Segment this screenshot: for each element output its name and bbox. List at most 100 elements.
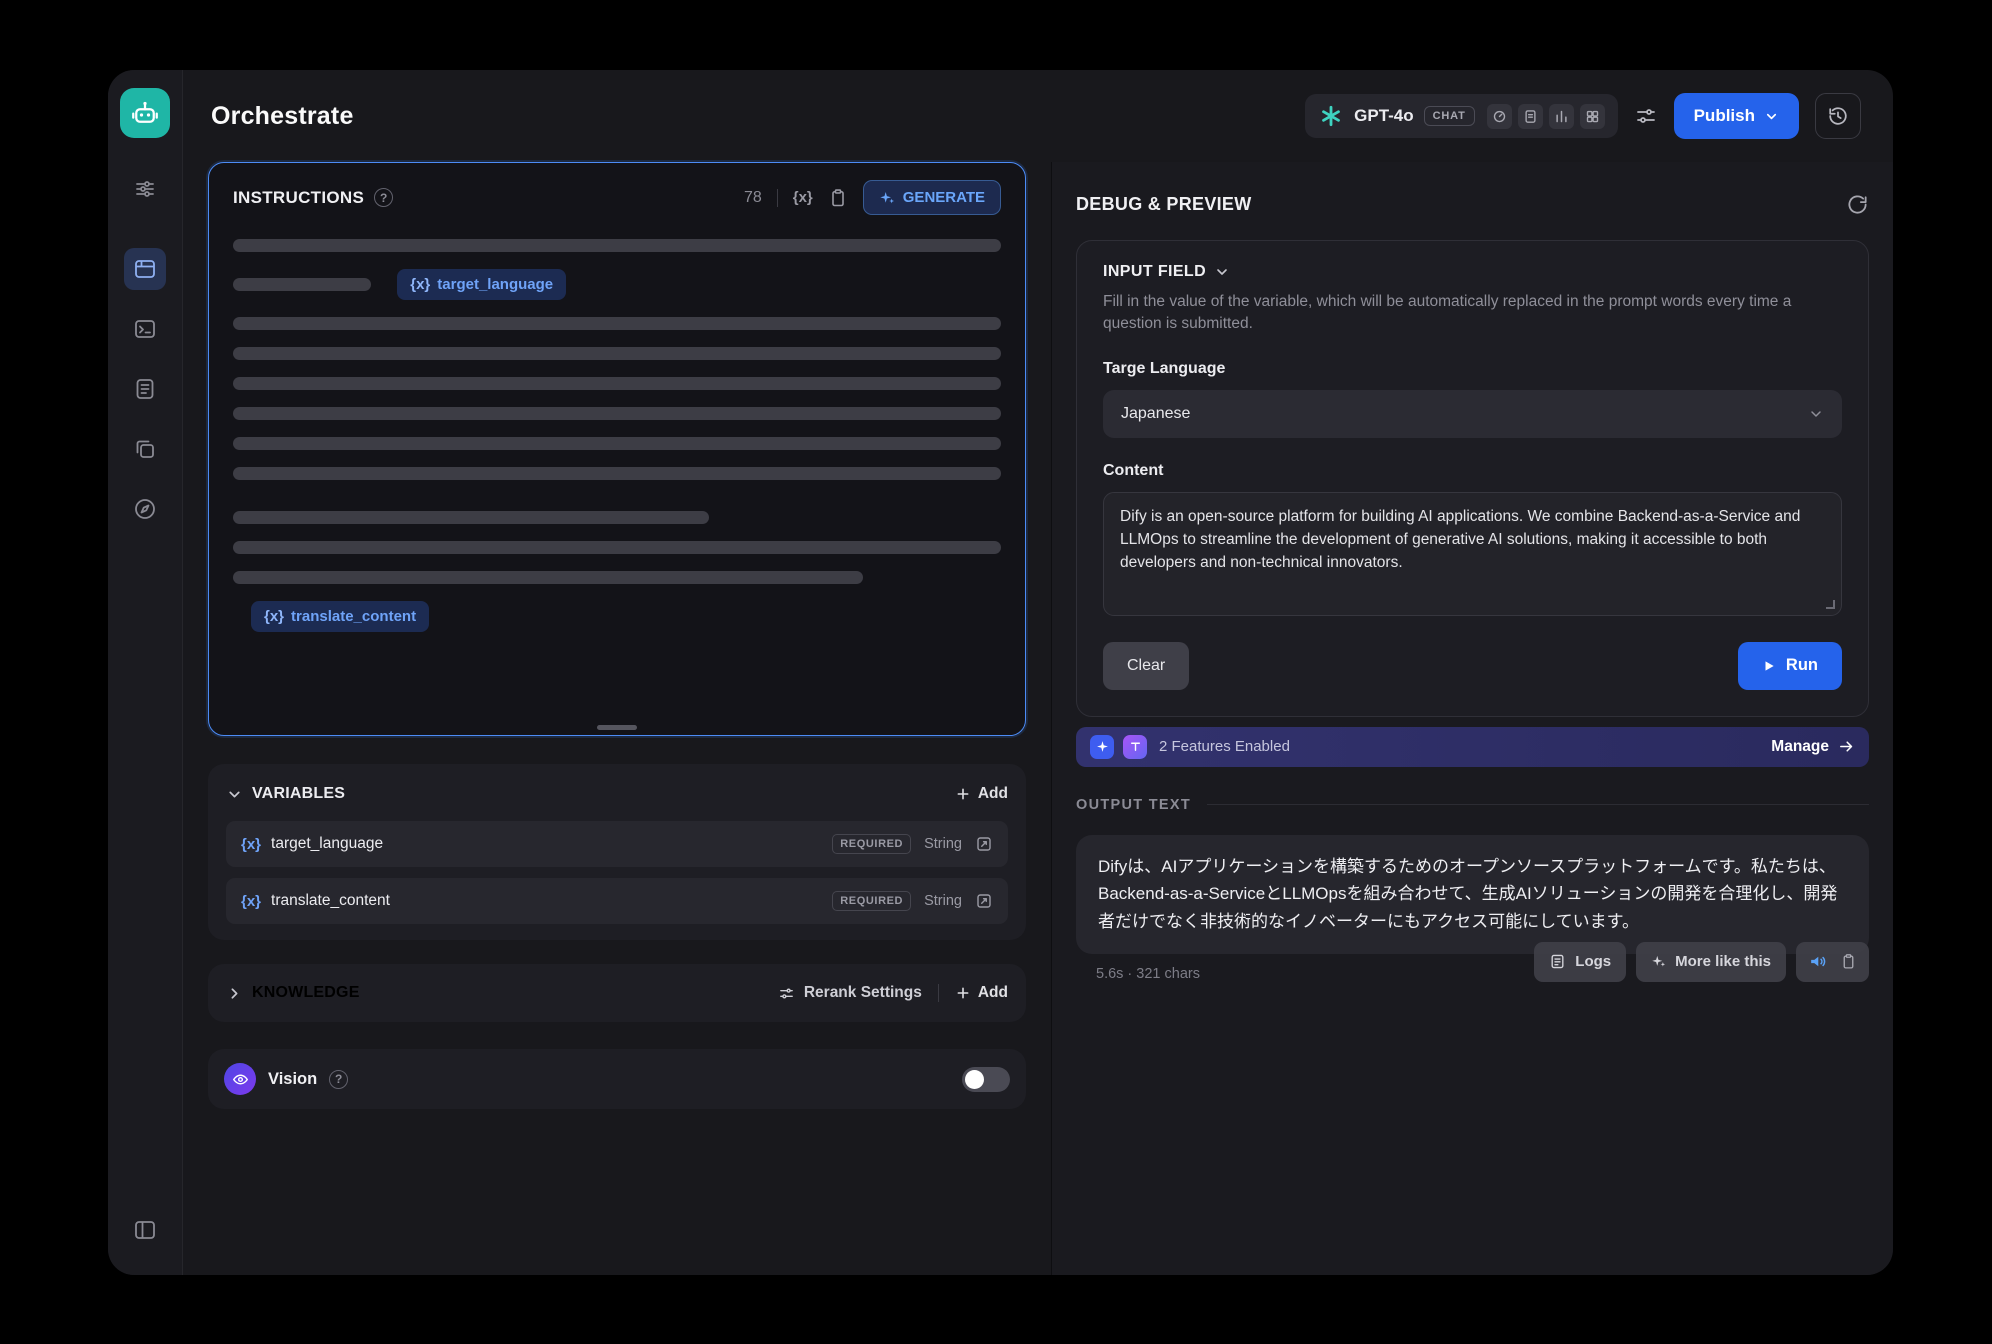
model-mode-badge: CHAT: [1424, 106, 1475, 126]
skeleton-line: [233, 511, 709, 524]
manage-features-button[interactable]: Manage: [1771, 738, 1855, 756]
output-message: Difyは、AIアプリケーションを構築するためのオープンソースプラットフォームで…: [1076, 835, 1869, 954]
add-variable-button[interactable]: Add: [955, 785, 1008, 803]
sidebar-item-settings[interactable]: [124, 168, 166, 210]
terminal-icon: [133, 317, 157, 341]
sidebar: [108, 70, 183, 1275]
copy-icon: [133, 437, 157, 461]
sparkles-icon: [879, 190, 895, 206]
rerank-settings-button[interactable]: Rerank Settings: [778, 984, 922, 1002]
compass-icon: [133, 497, 157, 521]
logs-button[interactable]: Logs: [1534, 942, 1626, 982]
variable-chip-translate-content[interactable]: {x} translate_content: [251, 601, 429, 632]
history-icon: [1827, 105, 1849, 127]
sidebar-item-templates[interactable]: [124, 428, 166, 470]
content-label: Content: [1103, 462, 1842, 480]
required-badge: REQUIRED: [832, 891, 911, 911]
features-bar[interactable]: 2 Features Enabled Manage: [1076, 727, 1869, 767]
features-enabled-text: 2 Features Enabled: [1159, 738, 1290, 755]
clear-button[interactable]: Clear: [1103, 642, 1189, 690]
edit-field-icon[interactable]: [975, 892, 993, 910]
orchestrate-pane: INSTRUCTIONS ? 78 {x}: [183, 162, 1052, 1275]
content-input[interactable]: Dify is an open-source platform for buil…: [1103, 492, 1842, 616]
add-knowledge-button[interactable]: Add: [955, 984, 1008, 1002]
chevron-down-icon[interactable]: [1214, 264, 1230, 280]
copy-output-icon[interactable]: [1840, 953, 1857, 970]
plus-icon: [955, 786, 971, 802]
help-icon[interactable]: ?: [374, 188, 393, 207]
input-field-title: INPUT FIELD: [1103, 263, 1206, 281]
sparkles-icon: [1651, 954, 1666, 969]
output-text-title: OUTPUT TEXT: [1076, 797, 1191, 813]
skeleton-line: [233, 571, 863, 584]
vision-feature-icon: [224, 1063, 256, 1095]
arrow-right-icon: [1838, 738, 1855, 755]
vision-label: Vision: [268, 1070, 317, 1089]
skeleton-line: [233, 347, 1001, 360]
target-language-select[interactable]: Japanese: [1103, 390, 1842, 438]
sparkle-feature-icon: [1090, 735, 1114, 759]
app-window-icon: [133, 257, 157, 281]
openai-logo-icon: [1318, 103, 1344, 129]
chevron-down-icon[interactable]: [226, 786, 243, 803]
version-history-button[interactable]: [1815, 93, 1861, 139]
divider: [1207, 804, 1869, 805]
app-window: Orchestrate GPT-4o CHAT: [108, 70, 1893, 1275]
clipboard-icon[interactable]: [828, 188, 848, 208]
model-selector[interactable]: GPT-4o CHAT: [1305, 94, 1617, 138]
variables-title: VARIABLES: [252, 785, 345, 803]
vision-section: Vision ?: [208, 1049, 1026, 1109]
input-field-description: Fill in the value of the variable, which…: [1103, 291, 1842, 336]
instructions-title: INSTRUCTIONS: [233, 188, 364, 208]
required-badge: REQUIRED: [832, 834, 911, 854]
panel-left-icon: [133, 1218, 157, 1242]
publish-button[interactable]: Publish: [1674, 93, 1799, 139]
skeleton-line: [233, 467, 1001, 480]
debug-title: DEBUG & PREVIEW: [1076, 194, 1252, 215]
more-like-this-button[interactable]: More like this: [1636, 942, 1786, 982]
model-name: GPT-4o: [1354, 106, 1414, 126]
app-logo[interactable]: [120, 88, 170, 138]
sidebar-item-studio[interactable]: [124, 248, 166, 290]
input-field-card: INPUT FIELD Fill in the value of the var…: [1076, 240, 1869, 717]
variable-row[interactable]: {x} translate_content REQUIRED String: [226, 878, 1008, 924]
skeleton-line: [233, 239, 1001, 252]
collapse-sidebar-button[interactable]: [124, 1209, 166, 1251]
model-parameters-button[interactable]: [1634, 104, 1658, 128]
play-icon: [1762, 659, 1776, 673]
variable-insert-icon[interactable]: {x}: [793, 189, 813, 206]
text-to-speech-feature-icon: [1123, 735, 1147, 759]
edit-field-icon[interactable]: [975, 835, 993, 853]
chevron-down-icon: [1764, 109, 1779, 124]
skeleton-line: [233, 541, 1001, 554]
plus-icon: [955, 985, 971, 1001]
instructions-panel[interactable]: INSTRUCTIONS ? 78 {x}: [208, 162, 1026, 736]
target-language-label: Targe Language: [1103, 360, 1842, 378]
chevron-right-icon[interactable]: [226, 985, 243, 1002]
knowledge-section[interactable]: KNOWLEDGE Rerank Settings: [208, 964, 1026, 1022]
skeleton-line: [233, 278, 371, 291]
sidebar-item-explore[interactable]: [124, 488, 166, 530]
variable-chip-target-language[interactable]: {x} target_language: [397, 269, 566, 300]
vision-toggle[interactable]: [962, 1067, 1010, 1092]
bars-icon: [1549, 104, 1574, 129]
generate-button[interactable]: GENERATE: [863, 180, 1001, 215]
variable-row[interactable]: {x} target_language REQUIRED String: [226, 821, 1008, 867]
sidebar-item-terminal[interactable]: [124, 308, 166, 350]
page-title: Orchestrate: [211, 102, 354, 131]
prompt-editor[interactable]: {x} target_language: [209, 221, 1025, 632]
resize-corner-icon[interactable]: [1826, 600, 1835, 609]
panel-resize-handle[interactable]: [597, 725, 637, 730]
restart-icon[interactable]: [1846, 193, 1869, 216]
audio-clipboard-group: [1796, 942, 1869, 982]
document-icon: [133, 377, 157, 401]
help-icon[interactable]: ?: [329, 1070, 348, 1089]
sidebar-item-docs[interactable]: [124, 368, 166, 410]
logs-icon: [1549, 953, 1566, 970]
skeleton-line: [233, 407, 1001, 420]
variables-section: VARIABLES Add {x} target_langu: [208, 764, 1026, 940]
speaker-icon[interactable]: [1808, 952, 1827, 971]
run-button[interactable]: Run: [1738, 642, 1842, 690]
gauge-icon: [1487, 104, 1512, 129]
output-meta: 5.6s · 321 chars: [1096, 966, 1200, 982]
